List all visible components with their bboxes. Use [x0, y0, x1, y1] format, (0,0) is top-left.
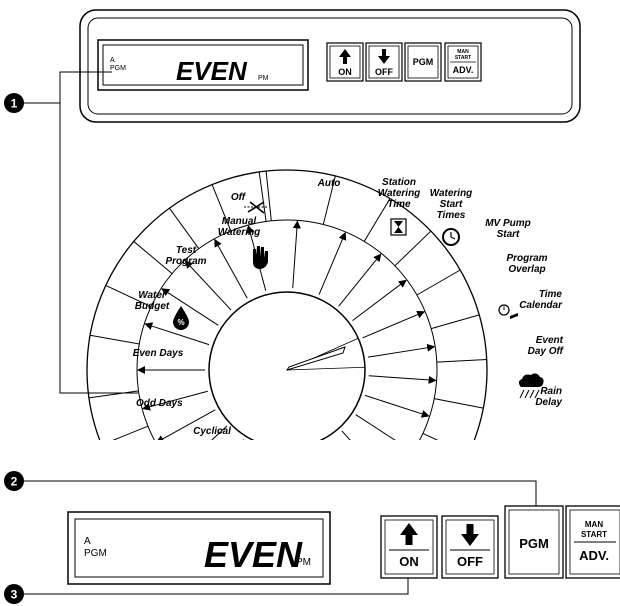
dial-sector-divider [422, 432, 439, 440]
controller-diagram: A PGM EVEN PM ON OFF PGM MAN START ADV. … [4, 9, 620, 604]
dial-label-water-budget: Water Budget [135, 290, 170, 312]
bottom-off-button[interactable]: OFF [441, 515, 499, 579]
callout-1: 1 [4, 71, 138, 394]
lcd-main-readout: EVEN [204, 534, 303, 575]
dial-pointer-arrow [325, 442, 356, 501]
on-label: ON [399, 554, 419, 569]
top-man-start-adv-button[interactable]: MAN START ADV. [444, 42, 482, 82]
dial-sector-divider [158, 485, 190, 523]
callout-number-3: 3 [11, 588, 18, 602]
start-label: START [581, 530, 607, 539]
dial-pointer-arrow [184, 260, 232, 311]
callout-3: 3 [4, 578, 409, 604]
dial-pointer-arrow [362, 310, 426, 339]
dial-pointer-arrow [305, 450, 320, 515]
dial-pointer-arrow [214, 238, 248, 299]
on-label: ON [338, 67, 352, 77]
dial-sector-divider [89, 334, 140, 345]
bottom-on-button[interactable]: ON [380, 515, 438, 579]
dial-pointer-arrow [355, 414, 396, 440]
dial-label-test-program: Test Program [165, 245, 206, 267]
dial-label-manual-watering: Manual Watering [218, 216, 261, 238]
dial-pointer-arrow [352, 279, 407, 322]
bottom-man-start-adv-button[interactable]: MAN START ADV. [565, 505, 620, 579]
bottom-pgm-button[interactable]: PGM [504, 505, 564, 579]
dial-pointer-arrow [318, 231, 347, 295]
hourglass-icon [390, 218, 407, 236]
dial-label-odd-days: Odd Days [136, 398, 183, 409]
lcd-indicator-a: A [110, 57, 115, 64]
top-on-button[interactable]: ON [326, 42, 364, 82]
lcd-indicator-pgm: PGM [84, 548, 107, 559]
dial-label-station-watering-time: Station Watering Time [378, 177, 421, 210]
top-controller-panel: A PGM EVEN PM ON OFF PGM MAN START ADV. [79, 9, 581, 123]
lcd-pm-indicator: PM [258, 75, 269, 82]
dial-pointer-arrow [243, 448, 263, 512]
start-label: START [455, 55, 471, 61]
dial-pointer-arrow [368, 375, 437, 384]
bottom-controller-panel: A PGM EVEN PM ON OFF PGM MAN START ADV. [67, 505, 620, 585]
dial-pointer-arrow [338, 253, 382, 307]
off-label: OFF [375, 67, 393, 77]
callout-number-1: 1 [11, 97, 18, 111]
dial-sector-divider [258, 171, 267, 222]
lcd-pm-indicator: PM [296, 557, 311, 568]
dial-sector-divider [436, 359, 487, 363]
dial-label-even-days: Even Days [133, 348, 184, 359]
adv-label: ADV. [579, 548, 609, 563]
dial-pointer-arrow [282, 452, 284, 519]
pgm-label: PGM [519, 536, 549, 551]
dial-label-rain-delay: Rain Delay [535, 386, 562, 408]
dial-sector-divider [402, 466, 440, 498]
dial-label-cyclical: Cyclical [193, 426, 231, 437]
dial-pointer-arrow [161, 288, 219, 326]
dial-sector-divider [416, 269, 461, 296]
dial-label-watering-start-times: Watering Start Times [430, 188, 473, 221]
adv-label: ADV. [453, 65, 474, 75]
dial-pointer-arrow [364, 394, 430, 418]
dial-label-mv-pump-start: MV Pump Start [485, 218, 531, 240]
dial-label-program-overlap: Program Overlap [506, 253, 547, 275]
svg-text:%: % [177, 318, 184, 327]
bottom-lcd-display: A PGM EVEN PM [67, 511, 331, 585]
dial-label-time-calendar: Time Calendar [519, 289, 563, 311]
dial-label-off: Off [231, 192, 247, 203]
lcd-indicator-a: A [84, 536, 91, 547]
dial-pointer-arrow [292, 220, 301, 289]
dial-pointer-arrow [367, 343, 436, 358]
clock-calendar-icon [498, 304, 518, 319]
man-label: MAN [585, 520, 603, 529]
top-lcd-display: A PGM EVEN PM [97, 39, 309, 91]
dial-sector-divider [431, 314, 480, 330]
alarm-clock-icon [442, 228, 460, 246]
off-label: OFF [457, 554, 483, 569]
top-pgm-button[interactable]: PGM [404, 42, 442, 82]
dial-sector-divider [338, 511, 355, 558]
lcd-indicator-pgm: PGM [110, 65, 126, 72]
hand-icon [253, 246, 268, 269]
top-off-button[interactable]: OFF [365, 42, 403, 82]
lcd-main-readout: EVEN [176, 56, 248, 86]
dial-sector-divider [265, 171, 272, 221]
dial-sector-divider [123, 456, 164, 485]
dial-sector-divider [88, 390, 139, 399]
dial-sector-divider [394, 230, 432, 267]
dial-sector-divider [169, 207, 200, 249]
callout-number-2: 2 [11, 475, 18, 489]
dial-pointer-arrow [341, 430, 351, 440]
dial-label-event-day-off: Event Day Off [528, 335, 565, 357]
callout-2: 2 [4, 471, 537, 506]
dial-sector-divider [434, 398, 484, 409]
pgm-label: PGM [413, 57, 434, 67]
dial-sector-divider [112, 425, 149, 440]
program-selector-dial: Auto Off Manual Watering Test Program Water Bud… [86, 169, 565, 558]
dial-sector-divider [363, 198, 391, 242]
water-drop-percent-icon: % [173, 306, 189, 330]
dial-label-auto: Auto [317, 178, 341, 189]
dial-pointer-arrow [242, 439, 244, 440]
